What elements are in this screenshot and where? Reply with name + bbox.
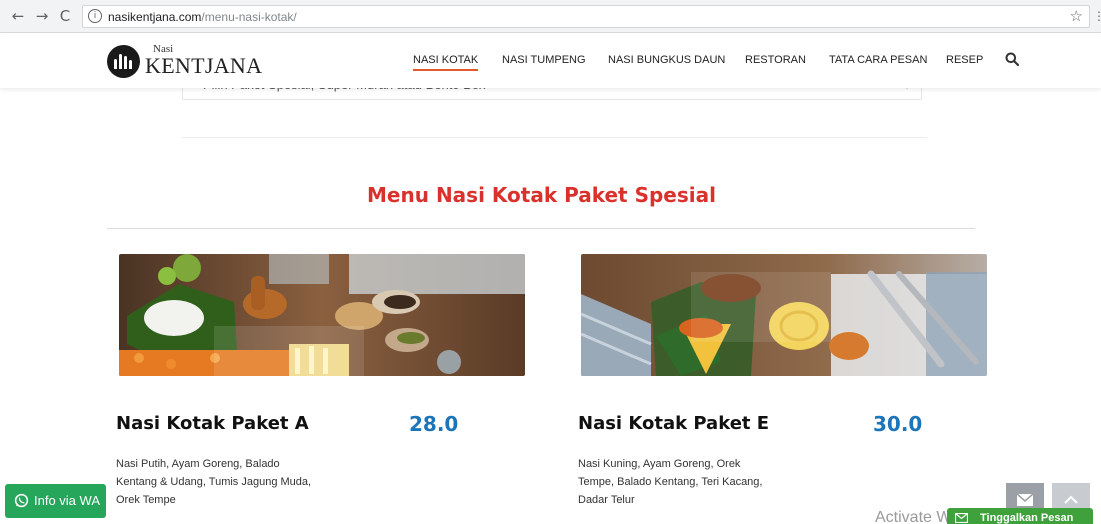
nav-restoran[interactable]: RESTORAN — [745, 54, 806, 66]
nav-nasi-bungkus-daun[interactable]: NASI BUNGKUS DAUN — [608, 54, 725, 66]
forward-icon[interactable]: → — [33, 7, 51, 25]
site-logo[interactable]: Nasi KENTJANA — [107, 43, 262, 78]
whatsapp-label: Info via WA — [34, 493, 100, 508]
product-description: Nasi Putih, Ayam Goreng, Balado Kentang … — [116, 455, 316, 509]
nav-nasi-kotak[interactable]: NASI KOTAK — [413, 54, 479, 71]
site-header: Nasi KENTJANA NASI KOTAK NASI TUMPENG NA… — [0, 34, 1101, 88]
whatsapp-button[interactable]: Info via WA — [5, 484, 106, 518]
nav-resep[interactable]: RESEP — [946, 54, 983, 66]
nav-tata-cara-pesan[interactable]: TATA CARA PESAN — [829, 54, 927, 66]
leave-message-button[interactable]: Tinggalkan Pesan — [947, 508, 1093, 524]
desc-line: Orek Tempe — [116, 494, 176, 506]
url-path: /menu-nasi-kotak/ — [201, 10, 297, 24]
bookmark-star-icon[interactable]: ☆ — [1070, 7, 1083, 25]
product-description: Nasi Kuning, Ayam Goreng, Orek Tempe, Ba… — [578, 455, 778, 509]
url-text[interactable]: nasikentjana.com/menu-nasi-kotak/ — [108, 10, 297, 24]
section-title: Menu Nasi Kotak Paket Spesial — [367, 183, 716, 207]
product-price: 28.0 — [409, 412, 459, 436]
info-icon[interactable]: i — [88, 9, 102, 23]
desc-line: Kentang & Udang, Tumis Jagung Muda, — [116, 476, 312, 488]
envelope-icon — [955, 513, 968, 523]
nav-nasi-tumpeng[interactable]: NASI TUMPENG — [502, 54, 586, 66]
divider — [107, 228, 975, 229]
whatsapp-icon — [14, 493, 29, 508]
product-image-paket-e[interactable] — [581, 254, 987, 376]
product-image-paket-a[interactable] — [119, 254, 525, 376]
leave-message-label: Tinggalkan Pesan — [980, 512, 1074, 524]
product-name[interactable]: Nasi Kotak Paket A — [116, 413, 309, 434]
desc-line: Nasi Kuning, Ayam Goreng, Orek — [578, 458, 741, 470]
logo-text: KENTJANA — [145, 53, 263, 78]
activate-windows-watermark: Activate W — [875, 509, 952, 524]
browser-toolbar: ← → C i nasikentjana.com/menu-nasi-kotak… — [0, 0, 1101, 33]
back-icon[interactable]: ← — [9, 7, 27, 25]
search-icon[interactable] — [1005, 52, 1019, 66]
desc-line: Tempe, Balado Kentang, Teri Kacang, — [578, 476, 763, 488]
address-bar[interactable]: i nasikentjana.com/menu-nasi-kotak/ ☆ — [82, 5, 1090, 28]
divider — [182, 137, 927, 138]
desc-line: Nasi Putih, Ayam Goreng, Balado — [116, 458, 280, 470]
logo-mark-icon — [107, 45, 140, 78]
browser-menu-icon[interactable]: ⋮ — [1093, 9, 1101, 23]
url-domain: nasikentjana.com — [108, 10, 202, 24]
product-price: 30.0 — [873, 412, 923, 436]
desc-line: Dadar Telur — [578, 494, 635, 506]
product-name[interactable]: Nasi Kotak Paket E — [578, 413, 769, 434]
reload-icon[interactable]: C — [56, 7, 74, 25]
